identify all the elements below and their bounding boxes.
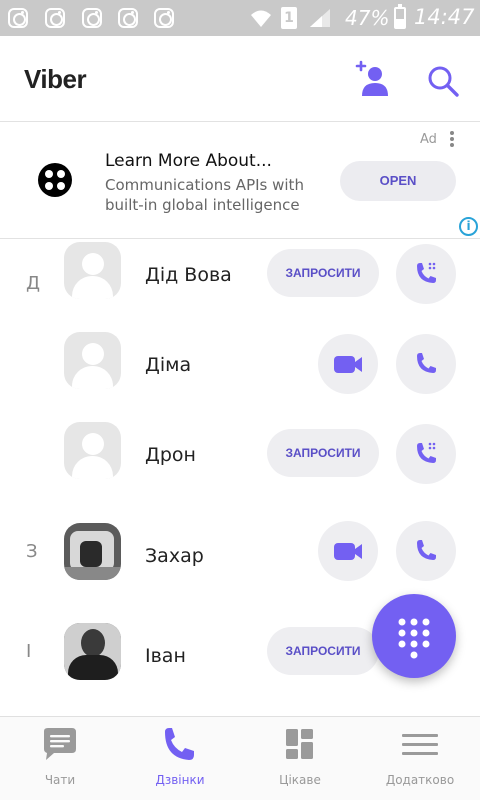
sim-icon: 1 [281, 7, 297, 29]
avatar [64, 623, 121, 680]
invite-button[interactable]: ЗАПРОСИТИ [267, 627, 379, 675]
video-call-button[interactable] [318, 334, 378, 394]
ad-info-icon[interactable]: i [457, 216, 480, 238]
tab-label: Чати [44, 773, 76, 787]
invite-button[interactable]: ЗАПРОСИТИ [267, 249, 379, 297]
phone-icon [165, 728, 194, 760]
bottom-navigation: Чати Дзвінки Цікаве Додатково [0, 716, 480, 800]
call-button[interactable] [396, 244, 456, 304]
section-letter: З [26, 541, 38, 562]
app-header: Viber [0, 36, 480, 122]
contact-row[interactable]: Дрон ЗАПРОСИТИ [0, 419, 480, 509]
video-call-button[interactable] [318, 521, 378, 581]
app-title: Viber [24, 64, 87, 94]
add-contact-icon[interactable] [354, 60, 390, 100]
contact-name: Дід Вова [145, 264, 232, 286]
tab-label: Цікаве [279, 773, 321, 787]
avatar [64, 332, 121, 389]
battery-percentage: 47% [345, 6, 390, 30]
tab-more[interactable]: Додатково [360, 717, 480, 800]
ad-banner[interactable]: Learn More About... Communications APIs … [0, 122, 480, 239]
clock: 14:47 [414, 5, 475, 29]
status-bar: 1 47% 14:47 [0, 0, 480, 36]
more-options-icon[interactable] [449, 131, 455, 149]
avatar [64, 422, 121, 479]
dialpad-icon [398, 618, 430, 659]
phone-icon [417, 262, 436, 283]
tab-chats[interactable]: Чати [0, 717, 120, 800]
ad-badge: Ad [420, 132, 437, 147]
instagram-icon [118, 8, 138, 28]
phone-icon [417, 442, 436, 463]
advertiser-logo [38, 163, 72, 197]
call-button[interactable] [396, 521, 456, 581]
instagram-icon [154, 8, 174, 28]
avatar [64, 523, 121, 580]
video-camera-icon [334, 356, 362, 373]
contact-row[interactable]: Діма [0, 329, 480, 419]
call-button[interactable] [396, 334, 456, 394]
instagram-icon [82, 8, 102, 28]
video-camera-icon [334, 543, 362, 560]
section-letter: Д [26, 273, 41, 294]
contact-name: Діма [145, 354, 192, 376]
avatar [64, 242, 121, 299]
contact-row[interactable]: Д Дід Вова ЗАПРОСИТИ [0, 239, 480, 329]
tab-calls[interactable]: Дзвінки [120, 717, 240, 800]
menu-icon [402, 734, 438, 755]
battery-icon [394, 4, 406, 29]
tab-explore[interactable]: Цікаве [240, 717, 360, 800]
wifi-icon [251, 10, 271, 27]
ad-open-button[interactable]: OPEN [340, 161, 456, 201]
dialpad-button[interactable] [372, 594, 456, 678]
contact-name: Захар [145, 545, 204, 567]
section-letter: І [26, 641, 32, 662]
contact-name: Дрон [145, 444, 196, 466]
invite-button[interactable]: ЗАПРОСИТИ [267, 429, 379, 477]
phone-icon [417, 353, 436, 373]
explore-icon [286, 729, 313, 759]
search-icon[interactable] [426, 64, 460, 98]
contact-name: Іван [145, 645, 186, 667]
phone-icon [417, 540, 436, 560]
signal-icon [310, 9, 330, 27]
instagram-icon [8, 8, 28, 28]
call-button[interactable] [396, 424, 456, 484]
instagram-icon [45, 8, 65, 28]
tab-label: Дзвінки [155, 773, 205, 787]
ad-title: Learn More About... [105, 151, 272, 171]
tab-label: Додатково [385, 773, 455, 787]
ad-description: Communications APIs with built-in global… [105, 176, 304, 214]
chat-icon [44, 728, 76, 760]
